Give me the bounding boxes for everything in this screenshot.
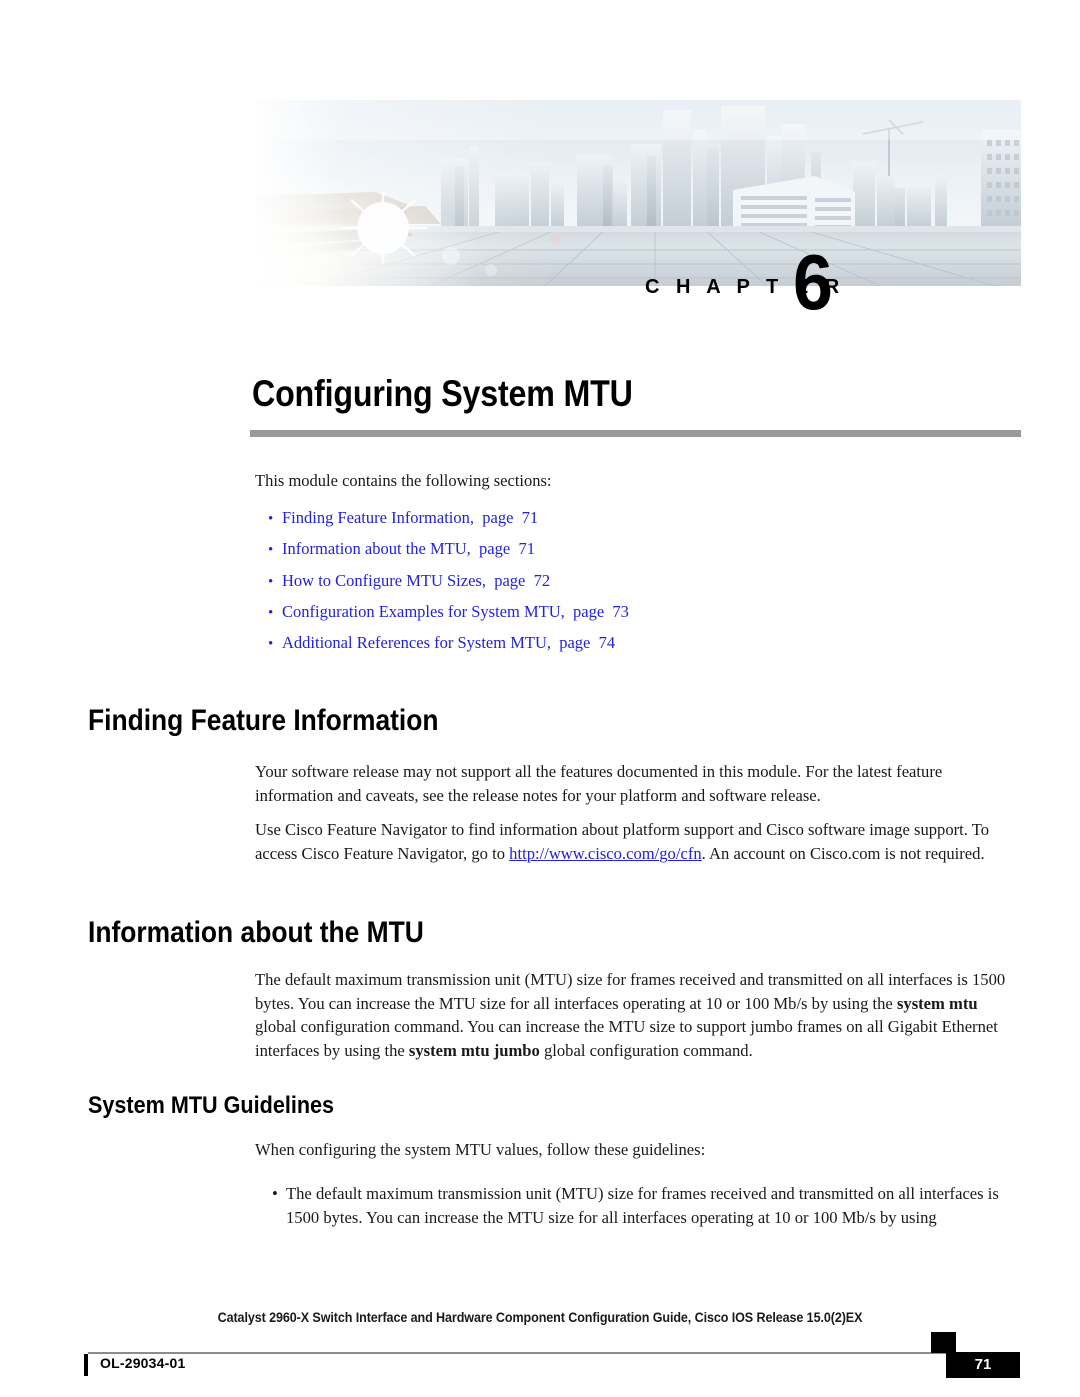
toc-link-label[interactable]: Configuration Examples for System MTU, [282,602,565,623]
guidelines-list: • The default maximum transmission unit … [272,1182,1022,1229]
list-item: • The default maximum transmission unit … [272,1182,1022,1229]
bullet-icon: • [268,604,274,621]
bullet-icon: • [272,1184,278,1203]
guideline-text: The default maximum transmission unit (M… [286,1184,999,1227]
paragraph-text-after: . An account on Cisco.com is not require… [701,843,985,863]
list-item[interactable]: • Finding Feature Information, page 71 [268,508,1008,529]
heading-system-mtu-guidelines: System MTU Guidelines [88,1092,335,1119]
toc-page-ref[interactable]: page 74 [551,633,615,654]
paragraph-mtu-default: The default maximum transmission unit (M… [255,968,1021,1062]
list-item[interactable]: • Configuration Examples for System MTU,… [268,602,1008,623]
page-title: Configuring System MTU [252,373,633,414]
bullet-icon: • [268,573,274,590]
footer-document-id: OL-29034-01 [100,1355,186,1371]
toc-link-label[interactable]: Additional References for System MTU, [282,633,551,654]
chapter-banner-image [255,100,1021,286]
command-system-mtu: system mtu [896,993,978,1013]
toc-page-ref[interactable]: page 73 [565,602,629,623]
command-system-mtu-jumbo: system mtu jumbo [408,1040,540,1060]
toc-link-label[interactable]: Information about the MTU, [282,539,471,560]
title-divider [250,430,1021,437]
bullet-icon: • [268,636,274,652]
paragraph-feature-support: Your software release may not support al… [255,762,943,805]
toc-link-label[interactable]: How to Configure MTU Sizes, [282,571,486,592]
footer-divider [88,1352,1020,1354]
footer-left-marker [84,1354,88,1376]
toc-page-ref[interactable]: page 72 [486,571,550,592]
list-item[interactable]: • Additional References for System MTU, … [268,633,1008,654]
toc-page-ref[interactable]: page 71 [471,539,535,560]
chapter-toc-list: • Finding Feature Information, page 71 •… [268,508,1008,664]
city-skyline-illustration [255,100,1021,286]
intro-text: This module contains the following secti… [255,471,552,490]
cisco-feature-navigator-link[interactable]: http://www.cisco.com/go/cfn [509,844,701,863]
toc-link-label[interactable]: Finding Feature Information, [282,508,474,529]
mtu-text-part-1: The default maximum transmission unit (M… [255,970,1006,1013]
toc-page-ref[interactable]: page 71 [474,508,538,529]
footer-black-tab [931,1332,956,1353]
heading-finding-feature-information: Finding Feature Information [88,704,439,737]
mtu-text-part-3: global configuration command. [539,1040,753,1060]
paragraph-guidelines-intro: When configuring the system MTU values, … [255,1140,706,1159]
list-item[interactable]: • Information about the MTU, page 71 [268,539,1008,560]
paragraph-feature-navigator: Use Cisco Feature Navigator to find info… [255,818,1021,865]
chapter-number: 6 [793,238,833,326]
footer-document-title: Catalyst 2960-X Switch Interface and Har… [217,1310,863,1325]
list-item[interactable]: • How to Configure MTU Sizes, page 72 [268,571,1008,592]
heading-information-about-the-mtu: Information about the MTU [88,916,424,949]
bullet-icon: • [268,511,274,527]
bullet-icon: • [268,542,274,559]
footer-page-number: 71 [974,1356,992,1373]
